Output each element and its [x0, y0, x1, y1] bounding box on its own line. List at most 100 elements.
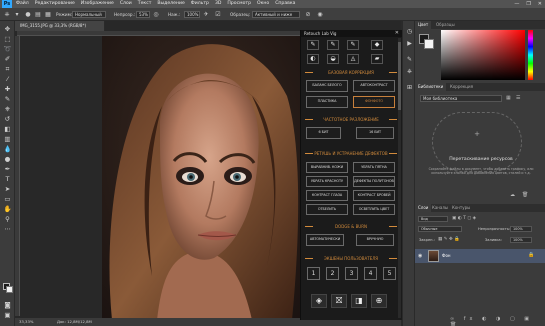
curves-icon[interactable]: ◬: [347, 54, 359, 64]
halftone-defects-button[interactable]: ДЕФЕКТЫ ПОЛУТОНОВ: [353, 176, 395, 187]
document-tab[interactable]: IMG_3155.JPG @ 33,3% (RGB/8*): [15, 21, 105, 31]
eye-icon[interactable]: ◉: [418, 253, 424, 259]
menu-edit[interactable]: Редактирование: [35, 0, 75, 8]
brush-panel-icon[interactable]: ▤: [34, 11, 42, 18]
tab-paths[interactable]: Контуры: [449, 204, 473, 212]
tab-libraries[interactable]: Библиотеки: [415, 83, 447, 91]
eraser-icon[interactable]: ◆: [371, 40, 383, 50]
smooth-skin-button[interactable]: ВЫРАВНИВ. КОЖИ: [306, 162, 348, 173]
tab-adjustments[interactable]: Коррекция: [447, 83, 476, 91]
cloud-icon[interactable]: ☁: [510, 192, 515, 198]
user-action-5-button[interactable]: 5: [383, 267, 396, 280]
dodge-auto-button[interactable]: АВТОМАТИЧЕСКИ: [306, 234, 344, 246]
history-brush-icon[interactable]: ↺: [3, 115, 12, 123]
blur-tool-icon[interactable]: 💧: [3, 145, 12, 153]
remove-spots-button[interactable]: УБРАТЬ ПЯТНА: [353, 162, 395, 173]
healing-brush-icon[interactable]: ✚: [3, 85, 12, 93]
close-button[interactable]: ✕: [538, 1, 542, 7]
menu-3d[interactable]: 3D: [215, 0, 221, 8]
freq-8bit-button[interactable]: 6 БИТ: [306, 127, 341, 139]
aligned-checkbox[interactable]: ☑: [214, 11, 222, 18]
menu-filter[interactable]: Фильтр: [191, 0, 209, 8]
plugin-scrollbar[interactable]: [398, 38, 401, 318]
gradient-tool-icon[interactable]: ▥: [3, 135, 12, 143]
lock-icons[interactable]: ▦✎✥🔒: [438, 237, 461, 242]
plugin-close-icon[interactable]: ✕: [395, 30, 399, 37]
pressure-size-icon[interactable]: ◉: [316, 11, 324, 18]
opacity-input[interactable]: 53%: [136, 11, 150, 18]
white-balance-button[interactable]: БАЛАНС БЕЛОГО: [306, 80, 348, 92]
levels-icon[interactable]: ▰: [371, 54, 383, 64]
chevron-down-icon[interactable]: ▾: [13, 11, 21, 18]
user-action-1-button[interactable]: 1: [307, 267, 320, 280]
web-icon[interactable]: ⊕: [371, 294, 387, 308]
menu-view[interactable]: Просмотр: [227, 0, 251, 8]
zoom-level[interactable]: 33,33%: [19, 318, 33, 326]
menu-image[interactable]: Изображение: [81, 0, 114, 8]
pressure-opacity-icon[interactable]: ◎: [152, 11, 160, 18]
layers-stack-icon[interactable]: ◈: [311, 294, 327, 308]
mode-select[interactable]: Нормальный: [72, 11, 106, 18]
clone-source-icon[interactable]: ▦: [44, 11, 52, 18]
clone-icon[interactable]: ✎: [327, 40, 339, 50]
color-picker-field[interactable]: [441, 30, 525, 80]
blend-mode-select[interactable]: Обычные: [418, 226, 462, 232]
brush-settings-icon[interactable]: ✎: [405, 55, 414, 64]
maximize-button[interactable]: ❐: [526, 1, 530, 7]
more-tools-icon[interactable]: ⋯: [3, 225, 12, 233]
flow-input[interactable]: 100%: [184, 11, 200, 18]
layer-opacity-input[interactable]: 100%: [510, 226, 532, 232]
type-tool-icon[interactable]: T: [3, 175, 12, 183]
user-action-3-button[interactable]: 3: [345, 267, 358, 280]
clone-stamp-icon[interactable]: ⎈: [3, 105, 12, 113]
airbrush-icon[interactable]: ✈: [202, 11, 210, 18]
marquee-tool-icon[interactable]: ⬚: [3, 35, 12, 43]
dodge-icon[interactable]: ◐: [307, 54, 319, 64]
layer-footer-icons[interactable]: ∞ fx ◐ ◑ ▢ ▣ 🗑: [450, 316, 545, 326]
brush-icon[interactable]: ✎: [347, 40, 359, 50]
freq-16bit-button[interactable]: 16 БИТ: [356, 127, 394, 139]
library-select[interactable]: Моя библиотека: [420, 95, 502, 102]
hue-slider[interactable]: [528, 30, 533, 80]
list-view-icon[interactable]: ☰: [516, 95, 520, 101]
minimize-button[interactable]: —: [514, 1, 519, 7]
user-action-4-button[interactable]: 4: [364, 267, 377, 280]
healing-icon[interactable]: ✎: [307, 40, 319, 50]
plugin-logo-icon[interactable]: ◨: [351, 294, 367, 308]
menu-type[interactable]: Текст: [138, 0, 152, 8]
brush-preset-icon[interactable]: ●: [24, 11, 32, 18]
quick-mask-icon[interactable]: ◙: [3, 301, 12, 309]
filter-icons[interactable]: ▣◐T◻◈: [452, 216, 478, 221]
clone-source-panel-icon[interactable]: ⎈: [405, 67, 414, 76]
brow-contrast-button[interactable]: КОНТРАСТ БРОВЕЙ: [353, 190, 395, 201]
autocontrast-button[interactable]: АВТОКОНТРАСТ: [353, 80, 395, 92]
zoom-tool-icon[interactable]: ⚲: [3, 215, 12, 223]
quick-select-icon[interactable]: ✐: [3, 55, 12, 63]
tab-channels[interactable]: Каналы: [429, 204, 451, 212]
user-action-2-button[interactable]: 2: [326, 267, 339, 280]
actions-panel-icon[interactable]: ▶: [405, 39, 414, 48]
brush-tool-icon[interactable]: ✎: [3, 95, 12, 103]
hand-tool-icon[interactable]: ✋: [3, 205, 12, 213]
eraser-tool-icon[interactable]: ◧: [3, 125, 12, 133]
liquify-button[interactable]: ПЛАСТИКА: [306, 96, 348, 108]
doc-info[interactable]: Док: 12,8M/12,8M: [57, 318, 92, 326]
burn-icon[interactable]: ◒: [327, 54, 339, 64]
add-icon[interactable]: +: [473, 130, 481, 138]
screen-mode-icon[interactable]: ▣: [3, 311, 12, 319]
lighten-color-button[interactable]: ОСВЕТЛИТЬ ЦВЕТ: [353, 204, 395, 215]
sample-select[interactable]: Активный и ниже: [252, 11, 300, 18]
ignore-adjustment-icon[interactable]: ⊘: [304, 11, 312, 18]
tab-swatches[interactable]: Образцы: [433, 21, 458, 29]
background-photo-button[interactable]: ФОНФОТО: [353, 96, 395, 108]
menu-select[interactable]: Выделение: [157, 0, 184, 8]
lasso-tool-icon[interactable]: ➰: [3, 45, 12, 53]
pen-tool-icon[interactable]: ✒: [3, 165, 12, 173]
layer-fill-input[interactable]: 100%: [510, 237, 532, 243]
layer-filter-select[interactable]: Вид: [418, 216, 448, 222]
layer-name[interactable]: Фон: [442, 253, 451, 258]
path-select-icon[interactable]: ➤: [3, 185, 12, 193]
grid-view-icon[interactable]: ▦: [506, 95, 511, 101]
menu-window[interactable]: Окно: [257, 0, 269, 8]
dodge-tool-icon[interactable]: ●: [3, 155, 12, 163]
